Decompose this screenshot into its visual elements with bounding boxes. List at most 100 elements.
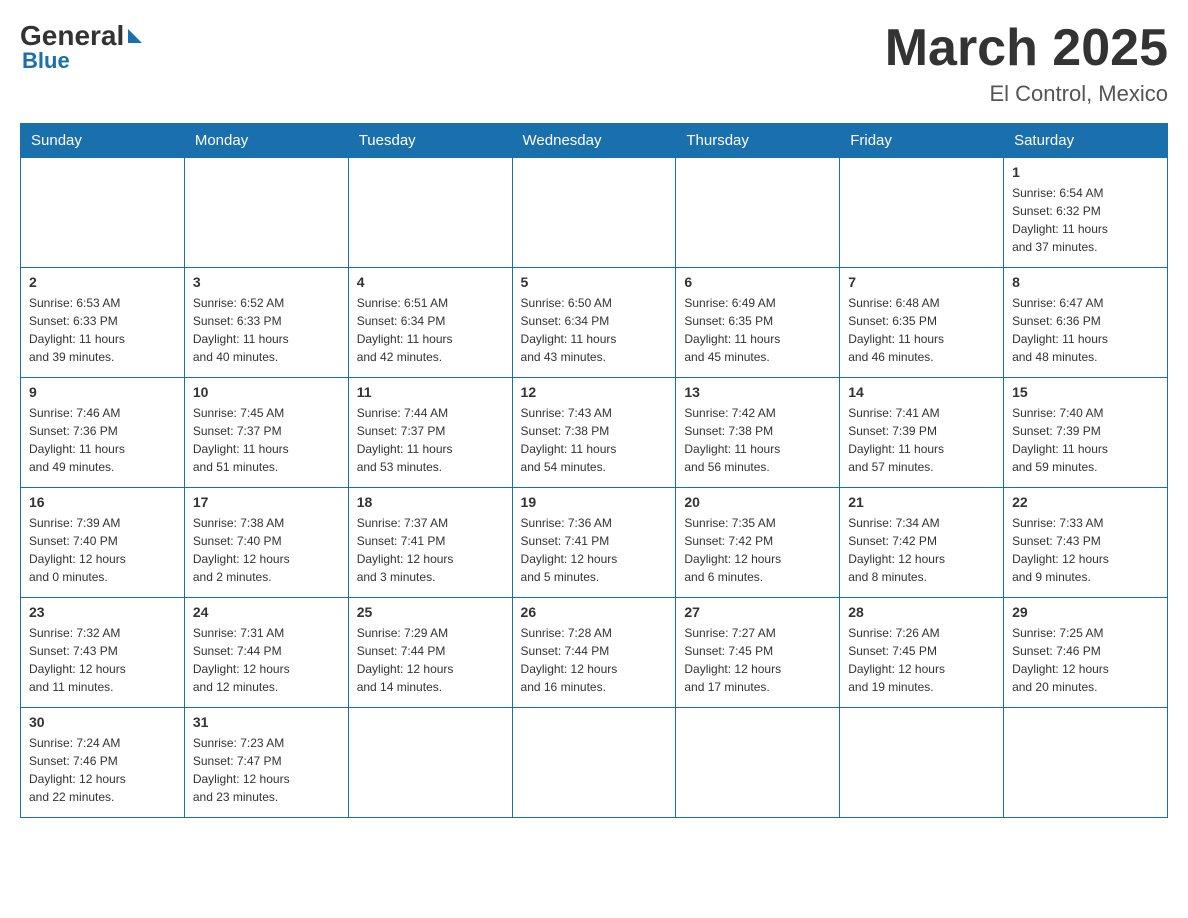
month-title: March 2025 <box>885 20 1168 77</box>
calendar-day-cell <box>184 158 348 268</box>
day-number: 28 <box>848 604 995 620</box>
calendar-day-cell: 1Sunrise: 6:54 AM Sunset: 6:32 PM Daylig… <box>1004 158 1168 268</box>
calendar-day-cell: 6 Sunrise: 6:49 AM Sunset: 6:35 PM Daylig… <box>676 268 840 378</box>
day-info: Sunrise: 7:46 AM Sunset: 7:36 PM Dayligh… <box>29 404 176 476</box>
day-number: 3 <box>193 274 340 290</box>
calendar-day-cell: 3 Sunrise: 6:52 AM Sunset: 6:33 PM Daylig… <box>184 268 348 378</box>
day-info: Sunrise: 6:54 AM Sunset: 6:32 PM Dayligh… <box>1012 184 1159 256</box>
day-info: Sunrise: 7:40 AM Sunset: 7:39 PM Dayligh… <box>1012 404 1159 476</box>
calendar-day-cell: 2Sunrise: 6:53 AM Sunset: 6:33 PM Daylig… <box>21 268 185 378</box>
calendar-day-cell: 7Sunrise: 6:48 AM Sunset: 6:35 PM Daylig… <box>840 268 1004 378</box>
calendar-day-cell <box>348 158 512 268</box>
day-info: Sunrise: 6:51 AM Sunset: 6:34 PM Dayligh… <box>357 294 504 366</box>
calendar-table: SundayMondayTuesdayWednesdayThursdayFrid… <box>20 123 1168 818</box>
calendar-day-cell: 12 Sunrise: 7:43 AM Sunset: 7:38 PM Dayli… <box>512 378 676 488</box>
calendar-week-row: 2Sunrise: 6:53 AM Sunset: 6:33 PM Daylig… <box>21 268 1168 378</box>
calendar-day-cell: 18 Sunrise: 7:37 AM Sunset: 7:41 PM Dayli… <box>348 488 512 598</box>
day-number: 21 <box>848 494 995 510</box>
calendar-day-cell <box>676 708 840 818</box>
day-number: 12 <box>521 384 668 400</box>
weekday-header-friday: Friday <box>840 124 1004 158</box>
calendar-week-row: 16Sunrise: 7:39 AM Sunset: 7:40 PM Dayli… <box>21 488 1168 598</box>
calendar-day-cell: 23Sunrise: 7:32 AM Sunset: 7:43 PM Dayli… <box>21 598 185 708</box>
calendar-day-cell: 17 Sunrise: 7:38 AM Sunset: 7:40 PM Dayli… <box>184 488 348 598</box>
page-header: General Blue March 2025 El Control, Mexi… <box>20 20 1168 107</box>
weekday-header-thursday: Thursday <box>676 124 840 158</box>
day-info: Sunrise: 7:25 AM Sunset: 7:46 PM Dayligh… <box>1012 624 1159 696</box>
day-info: Sunrise: 7:42 AM Sunset: 7:38 PM Dayligh… <box>684 404 831 476</box>
day-info: Sunrise: 7:24 AM Sunset: 7:46 PM Dayligh… <box>29 734 176 806</box>
calendar-day-cell: 28 Sunrise: 7:26 AM Sunset: 7:45 PM Dayli… <box>840 598 1004 708</box>
day-info: Sunrise: 7:36 AM Sunset: 7:41 PM Dayligh… <box>521 514 668 586</box>
day-number: 29 <box>1012 604 1159 620</box>
day-number: 14 <box>848 384 995 400</box>
calendar-day-cell <box>840 158 1004 268</box>
day-info: Sunrise: 7:35 AM Sunset: 7:42 PM Dayligh… <box>684 514 831 586</box>
calendar-day-cell: 21 Sunrise: 7:34 AM Sunset: 7:42 PM Dayli… <box>840 488 1004 598</box>
day-info: Sunrise: 7:32 AM Sunset: 7:43 PM Dayligh… <box>29 624 176 696</box>
calendar-day-cell <box>1004 708 1168 818</box>
day-number: 27 <box>684 604 831 620</box>
weekday-header-monday: Monday <box>184 124 348 158</box>
day-number: 25 <box>357 604 504 620</box>
day-number: 17 <box>193 494 340 510</box>
day-info: Sunrise: 7:26 AM Sunset: 7:45 PM Dayligh… <box>848 624 995 696</box>
day-info: Sunrise: 7:37 AM Sunset: 7:41 PM Dayligh… <box>357 514 504 586</box>
calendar-week-row: 23Sunrise: 7:32 AM Sunset: 7:43 PM Dayli… <box>21 598 1168 708</box>
calendar-day-cell <box>512 158 676 268</box>
day-info: Sunrise: 7:44 AM Sunset: 7:37 PM Dayligh… <box>357 404 504 476</box>
calendar-day-cell: 15Sunrise: 7:40 AM Sunset: 7:39 PM Dayli… <box>1004 378 1168 488</box>
day-info: Sunrise: 6:53 AM Sunset: 6:33 PM Dayligh… <box>29 294 176 366</box>
calendar-day-cell <box>348 708 512 818</box>
calendar-day-cell: 25 Sunrise: 7:29 AM Sunset: 7:44 PM Dayli… <box>348 598 512 708</box>
calendar-day-cell <box>512 708 676 818</box>
day-number: 13 <box>684 384 831 400</box>
day-info: Sunrise: 7:34 AM Sunset: 7:42 PM Dayligh… <box>848 514 995 586</box>
weekday-header-saturday: Saturday <box>1004 124 1168 158</box>
day-info: Sunrise: 7:29 AM Sunset: 7:44 PM Dayligh… <box>357 624 504 696</box>
day-info: Sunrise: 6:52 AM Sunset: 6:33 PM Dayligh… <box>193 294 340 366</box>
day-number: 5 <box>521 274 668 290</box>
calendar-day-cell: 9Sunrise: 7:46 AM Sunset: 7:36 PM Daylig… <box>21 378 185 488</box>
calendar-day-cell: 26Sunrise: 7:28 AM Sunset: 7:44 PM Dayli… <box>512 598 676 708</box>
day-info: Sunrise: 7:31 AM Sunset: 7:44 PM Dayligh… <box>193 624 340 696</box>
day-number: 24 <box>193 604 340 620</box>
day-number: 4 <box>357 274 504 290</box>
calendar-day-cell: 8 Sunrise: 6:47 AM Sunset: 6:36 PM Daylig… <box>1004 268 1168 378</box>
day-info: Sunrise: 7:41 AM Sunset: 7:39 PM Dayligh… <box>848 404 995 476</box>
calendar-day-cell: 11 Sunrise: 7:44 AM Sunset: 7:37 PM Dayli… <box>348 378 512 488</box>
calendar-day-cell <box>676 158 840 268</box>
weekday-header-tuesday: Tuesday <box>348 124 512 158</box>
day-info: Sunrise: 6:48 AM Sunset: 6:35 PM Dayligh… <box>848 294 995 366</box>
day-info: Sunrise: 7:38 AM Sunset: 7:40 PM Dayligh… <box>193 514 340 586</box>
weekday-header-wednesday: Wednesday <box>512 124 676 158</box>
calendar-day-cell: 19Sunrise: 7:36 AM Sunset: 7:41 PM Dayli… <box>512 488 676 598</box>
day-number: 20 <box>684 494 831 510</box>
calendar-day-cell: 14 Sunrise: 7:41 AM Sunset: 7:39 PM Dayli… <box>840 378 1004 488</box>
day-number: 8 <box>1012 274 1159 290</box>
day-info: Sunrise: 7:43 AM Sunset: 7:38 PM Dayligh… <box>521 404 668 476</box>
day-info: Sunrise: 6:47 AM Sunset: 6:36 PM Dayligh… <box>1012 294 1159 366</box>
calendar-header-row: SundayMondayTuesdayWednesdayThursdayFrid… <box>21 124 1168 158</box>
day-number: 11 <box>357 384 504 400</box>
calendar-day-cell: 29 Sunrise: 7:25 AM Sunset: 7:46 PM Dayli… <box>1004 598 1168 708</box>
day-info: Sunrise: 7:23 AM Sunset: 7:47 PM Dayligh… <box>193 734 340 806</box>
calendar-day-cell: 30 Sunrise: 7:24 AM Sunset: 7:46 PM Dayli… <box>21 708 185 818</box>
calendar-day-cell: 10Sunrise: 7:45 AM Sunset: 7:37 PM Dayli… <box>184 378 348 488</box>
calendar-day-cell <box>840 708 1004 818</box>
day-number: 31 <box>193 714 340 730</box>
day-info: Sunrise: 7:33 AM Sunset: 7:43 PM Dayligh… <box>1012 514 1159 586</box>
calendar-day-cell: 13 Sunrise: 7:42 AM Sunset: 7:38 PM Dayli… <box>676 378 840 488</box>
day-number: 22 <box>1012 494 1159 510</box>
location-text: El Control, Mexico <box>885 81 1168 107</box>
day-number: 6 <box>684 274 831 290</box>
day-number: 18 <box>357 494 504 510</box>
day-number: 30 <box>29 714 176 730</box>
logo: General Blue <box>20 20 142 74</box>
calendar-day-cell: 22 Sunrise: 7:33 AM Sunset: 7:43 PM Dayli… <box>1004 488 1168 598</box>
calendar-week-row: 1Sunrise: 6:54 AM Sunset: 6:32 PM Daylig… <box>21 158 1168 268</box>
day-info: Sunrise: 6:49 AM Sunset: 6:35 PM Dayligh… <box>684 294 831 366</box>
day-number: 16 <box>29 494 176 510</box>
calendar-day-cell: 20 Sunrise: 7:35 AM Sunset: 7:42 PM Dayli… <box>676 488 840 598</box>
calendar-day-cell: 5Sunrise: 6:50 AM Sunset: 6:34 PM Daylig… <box>512 268 676 378</box>
